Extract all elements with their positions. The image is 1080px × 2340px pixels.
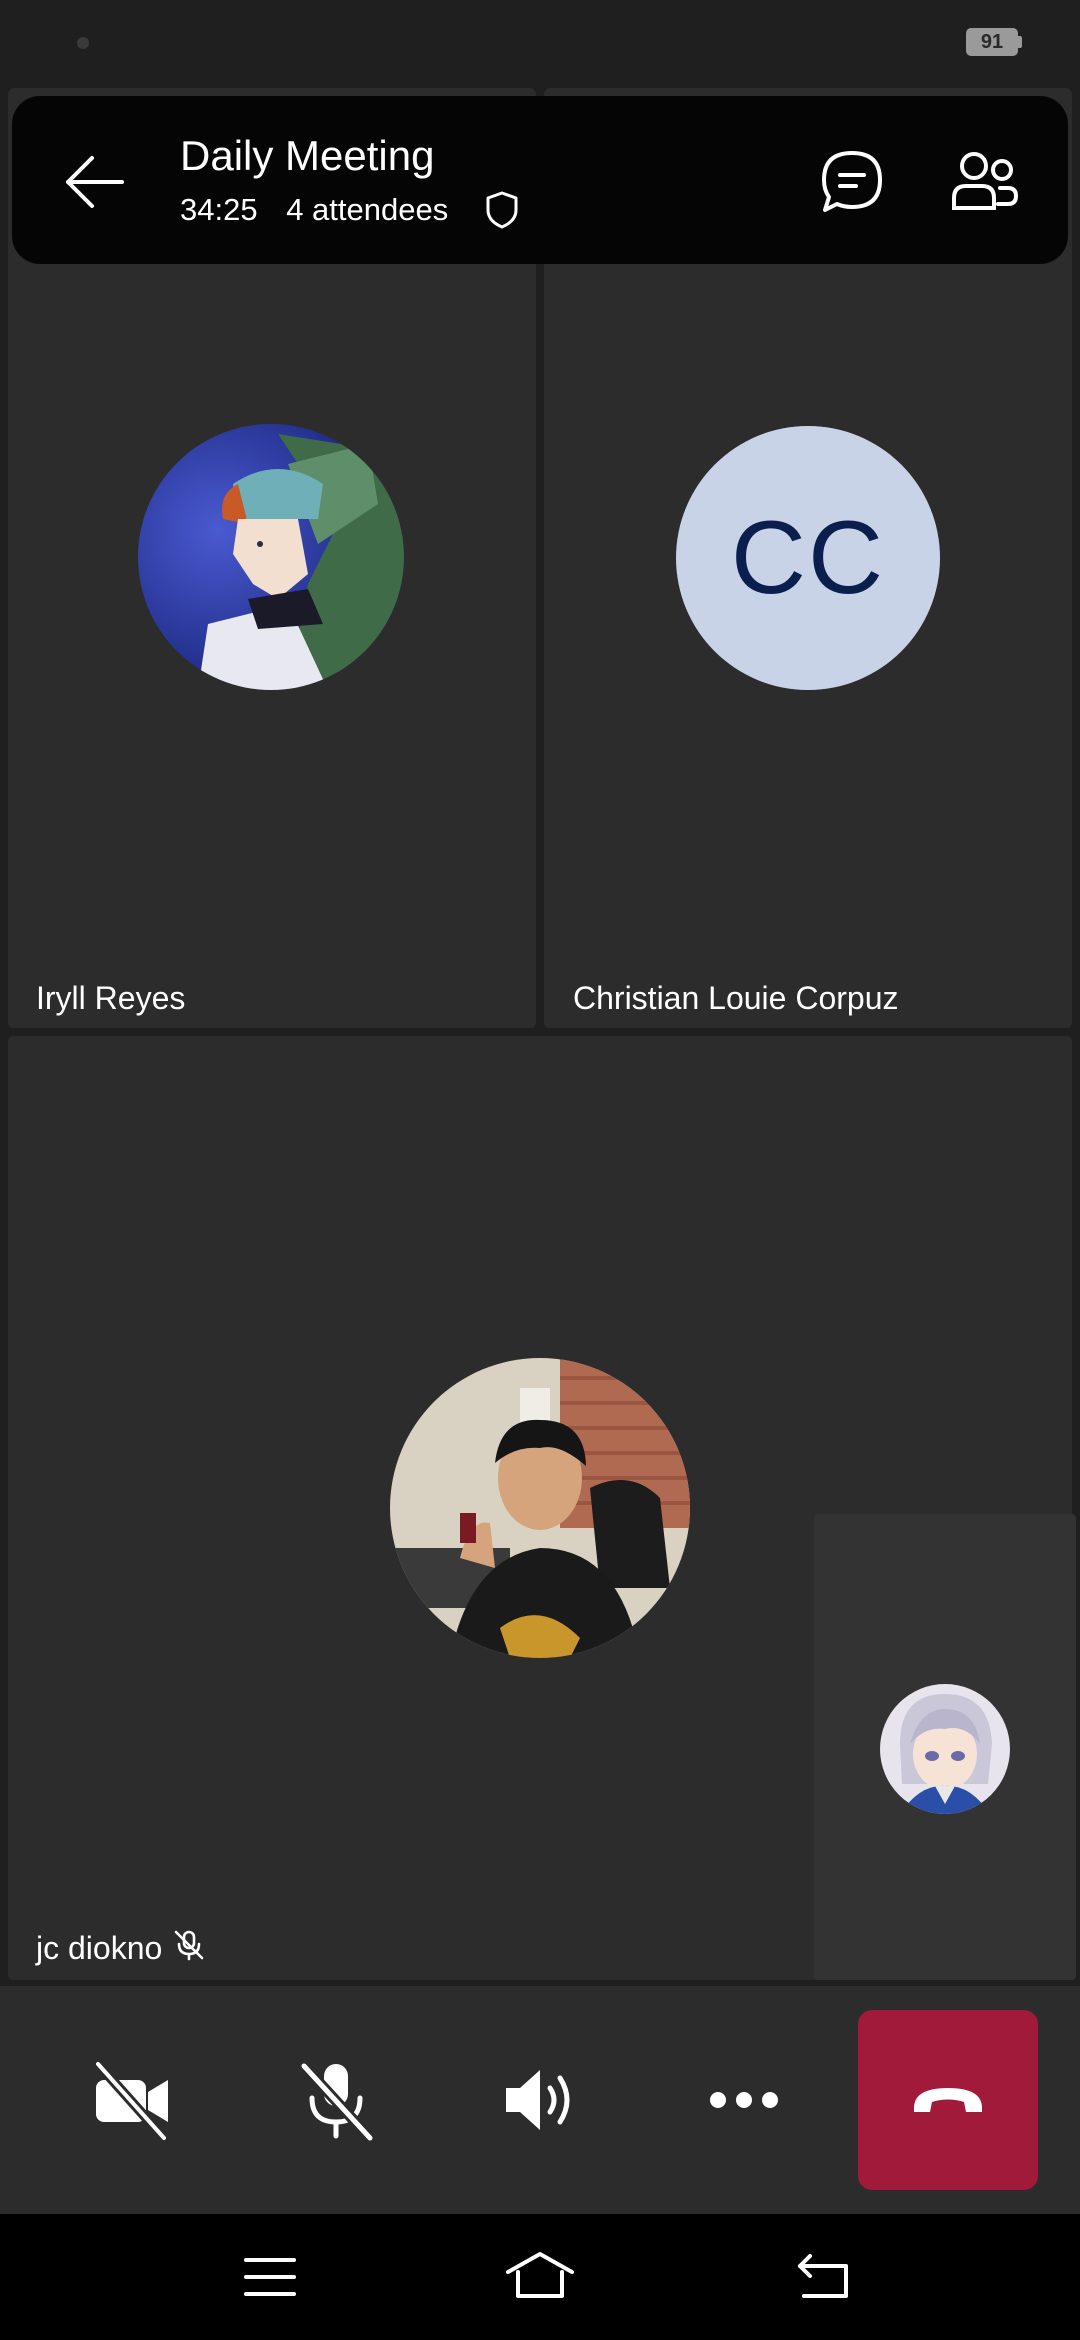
meeting-duration: 34:25 (180, 192, 258, 227)
mic-off-button-icon[interactable] (276, 2040, 396, 2160)
participant-initials-avatar: CC (676, 426, 940, 690)
avatar-initials: CC (730, 499, 886, 616)
battery-icon: 91 (966, 28, 1018, 56)
status-bar (0, 0, 1080, 86)
self-avatar (880, 1684, 1010, 1814)
participant-name: jc diokno (36, 1930, 163, 1966)
camera-cutout (77, 37, 89, 49)
back-arrow-icon[interactable] (58, 146, 130, 218)
meeting-header (12, 96, 1068, 264)
participant-name: Iryll Reyes (36, 980, 186, 1016)
hang-up-icon (910, 2080, 986, 2120)
video-off-icon[interactable] (72, 2040, 192, 2160)
attendee-count: 4 attendees (286, 192, 449, 227)
back-icon[interactable] (796, 2252, 852, 2300)
meeting-title: Daily Meeting (180, 132, 435, 179)
more-icon[interactable] (684, 2040, 804, 2160)
home-icon[interactable] (504, 2250, 576, 2302)
menu-icon[interactable] (242, 2254, 298, 2300)
meeting-info: 34:25 4 attendees (180, 192, 468, 228)
participant-name: Christian Louie Corpuz (573, 980, 899, 1016)
mic-off-icon (172, 1928, 206, 1962)
battery-tip (1018, 36, 1022, 48)
participant-avatar (138, 424, 404, 690)
participant-avatar (390, 1358, 690, 1658)
chat-icon[interactable] (818, 148, 886, 216)
hang-up-button[interactable] (858, 2010, 1038, 2190)
speaker-icon[interactable] (480, 2040, 600, 2160)
participants-icon[interactable] (950, 148, 1020, 216)
shield-icon (484, 190, 520, 230)
